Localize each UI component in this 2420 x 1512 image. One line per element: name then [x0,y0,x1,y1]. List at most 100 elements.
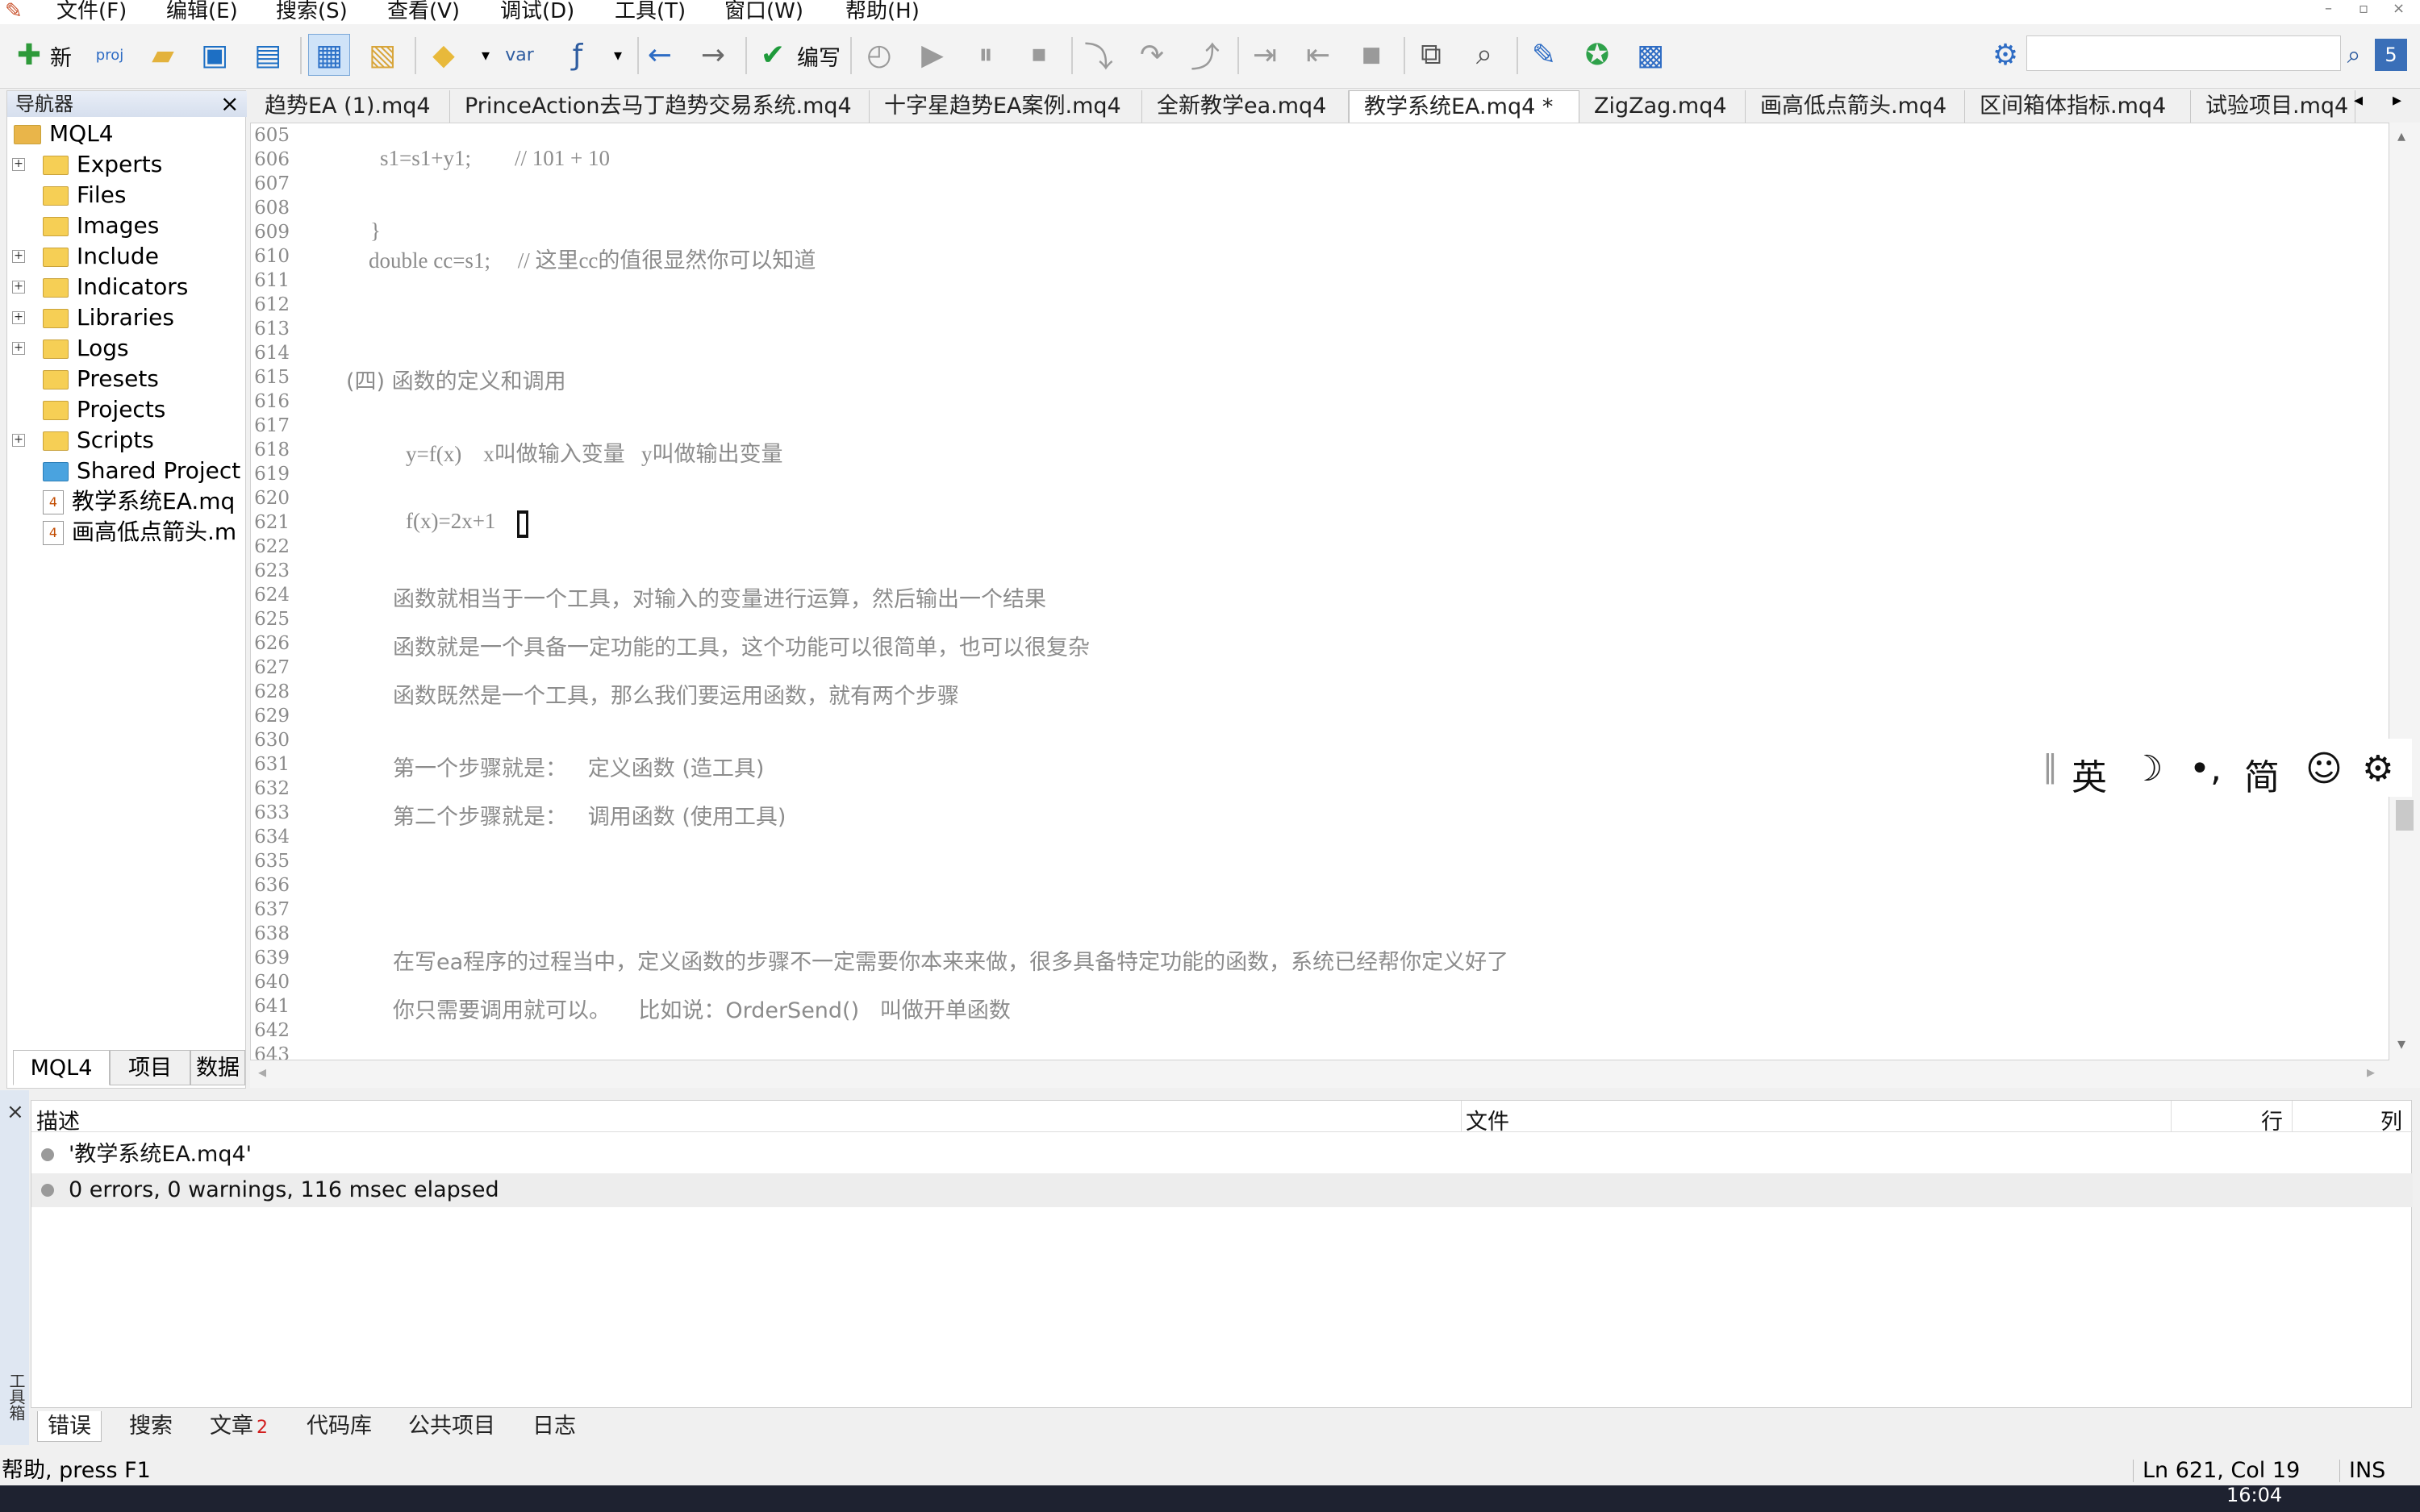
debug-restart-icon[interactable]: ◴ [858,34,900,76]
terminal-icon[interactable]: ▩ [1629,34,1671,76]
debug-pause-icon[interactable]: ⏸ [965,34,1007,76]
open-folder-icon[interactable]: ▰ [142,34,184,76]
toolbox-toggle-icon[interactable]: ▧ [361,34,403,76]
toolbox-close-icon[interactable]: × [6,1100,24,1124]
market-icon[interactable]: ✪ [1576,34,1618,76]
tree-item[interactable]: + Scripts [12,425,154,456]
tab-search[interactable]: 搜索 [129,1411,173,1442]
find-in-files-icon[interactable]: ⌕ [1463,34,1505,76]
compile-button-label[interactable]: 编写 [797,40,841,72]
tree-item[interactable]: + Experts [12,149,162,180]
tree-item[interactable]: Presets [43,364,159,394]
tree-item[interactable]: 4 教学系统EA.mq [43,486,235,517]
tree-item[interactable]: 4 画高低点箭头.m [43,517,236,548]
community-gear-icon[interactable]: ⚙ [1984,34,2026,76]
expand-plus-icon[interactable]: + [12,250,25,263]
file-tab[interactable]: 区间箱体指标.mq4 [1965,90,2191,123]
tab-journal[interactable]: 日志 [532,1411,576,1442]
navigator-toggle-icon[interactable]: ▦ [308,34,350,76]
search-icon[interactable]: ⌕ [2333,34,2375,76]
file-tab[interactable]: 全新教学ea.mq4 [1142,90,1349,123]
compile-check-icon[interactable]: ✔ [752,34,794,76]
output-row[interactable]: 0 errors, 0 warnings, 116 msec elapsed [31,1173,2413,1207]
file-tab[interactable]: 十字星趋势EA案例.mq4 [870,90,1142,123]
expand-plus-icon[interactable]: + [12,434,25,447]
output-row[interactable]: '教学系统EA.mq4' [31,1138,2413,1172]
tabs-scroll-right-icon[interactable]: ▸ [2393,90,2401,110]
copy-icon[interactable]: ⧉ [1410,34,1452,76]
app-icon[interactable]: ✎ [5,0,23,23]
ime-language-toggle[interactable]: 英 [2072,748,2107,800]
editor-horizontal-scrollbar[interactable]: ◂ ▸ [250,1060,2420,1088]
menu-search[interactable]: 搜索(S) [276,0,348,23]
editor-vertical-scrollbar[interactable]: ▴ ▾ [2389,123,2420,1060]
tree-item[interactable]: + Indicators [12,272,188,302]
save-icon[interactable]: ▣ [194,34,236,76]
breakpoint-next-icon[interactable]: ⇥ [1244,34,1286,76]
minimize-icon[interactable]: – [2325,0,2332,17]
function-dropdown-icon[interactable]: ▾ [597,34,639,76]
expand-plus-icon[interactable]: + [12,158,25,171]
ime-simplified-toggle[interactable]: 简 [2244,748,2280,800]
ime-settings-icon[interactable]: ⚙ [2362,748,2393,789]
file-tab[interactable]: 教学系统EA.mq4 * [1349,90,1579,123]
menu-tools[interactable]: 工具(T) [615,0,686,23]
ime-drag-handle-icon[interactable]: ‖ [2042,748,2058,784]
file-tab[interactable]: ZigZag.mq4 [1579,90,1746,123]
expand-plus-icon[interactable]: + [12,311,25,324]
nav-tab-projects[interactable]: 项目 [110,1050,190,1085]
search-input[interactable] [2026,35,2341,71]
file-tab[interactable]: 趋势EA (1).mq4 [250,90,450,123]
file-tab[interactable]: PrinceAction去马丁趋势交易系统.mq4 [450,90,870,123]
nav-tab-mql4[interactable]: MQL4 [13,1050,110,1085]
restore-icon[interactable]: ▫ [2359,0,2368,17]
new-project-icon[interactable]: proj [89,34,131,76]
menu-view[interactable]: 查看(V) [387,0,460,23]
new-file-icon[interactable]: ✚ [8,34,50,76]
tree-item[interactable]: + Libraries [12,302,174,333]
menu-help[interactable]: 帮助(H) [845,0,920,23]
tree-item[interactable]: + Include [12,241,159,272]
metaeditor-pen-icon[interactable]: ✎ [1523,34,1565,76]
step-over-icon[interactable]: ↷ [1131,34,1173,76]
tab-codebase[interactable]: 代码库 [307,1411,372,1442]
new-button-label[interactable]: 新 [50,40,72,72]
debug-stop-icon[interactable]: ⏹ [1018,34,1060,76]
ime-punctuation-icon[interactable]: •, [2189,748,2222,789]
nav-tab-database[interactable]: 数据 [190,1050,245,1085]
ime-moon-icon[interactable]: ☽ [2131,748,2163,789]
step-out-icon[interactable]: ⤴ [1184,34,1226,76]
scroll-down-icon[interactable]: ▾ [2397,1034,2405,1053]
file-tab[interactable]: 画高低点箭头.mq4 [1746,90,1965,123]
tree-item[interactable]: + Logs [12,333,129,364]
back-arrow-icon[interactable]: ← [639,34,681,76]
breakpoint-prev-icon[interactable]: ⇤ [1297,34,1339,76]
breakpoint-clear-icon[interactable]: ■ [1350,34,1392,76]
menu-edit[interactable]: 编辑(E) [166,0,238,23]
navigator-close-icon[interactable]: × [220,91,239,117]
tree-root-mql4[interactable]: MQL4 [14,119,114,149]
tab-errors[interactable]: 错误 [37,1411,102,1442]
tab-public-projects[interactable]: 公共项目 [408,1411,495,1442]
mql5-icon[interactable]: 5 [2375,39,2407,71]
scroll-up-icon[interactable]: ▴ [2397,126,2405,145]
ime-emoji-icon[interactable]: ☺ [2305,748,2343,789]
forward-arrow-icon[interactable]: → [692,34,734,76]
save-all-icon[interactable]: ▤ [247,34,289,76]
styler-icon[interactable]: ◆ [423,34,465,76]
step-into-icon[interactable]: ⤵ [1078,34,1120,76]
insert-variable-icon[interactable]: var [499,34,540,76]
menu-debug[interactable]: 调试(D) [500,0,574,23]
tree-item[interactable]: Projects [43,394,165,425]
tree-item[interactable]: Files [43,180,126,210]
code-editor[interactable]: 605 606 607 608 609 610 611 612 613 614 615 616 617 6… [250,123,2389,1060]
menu-file[interactable]: 文件(F) [56,0,127,23]
scroll-right-icon[interactable]: ▸ [2367,1062,2375,1081]
scroll-left-icon[interactable]: ◂ [258,1062,266,1081]
close-window-icon[interactable]: × [2393,0,2405,17]
tab-articles[interactable]: 文章 2 [210,1411,268,1442]
insert-function-icon[interactable]: ƒ [557,34,599,76]
debug-start-icon[interactable]: ▶ [912,34,953,76]
expand-plus-icon[interactable]: + [12,342,25,355]
tree-item[interactable]: Shared Project [43,456,240,486]
